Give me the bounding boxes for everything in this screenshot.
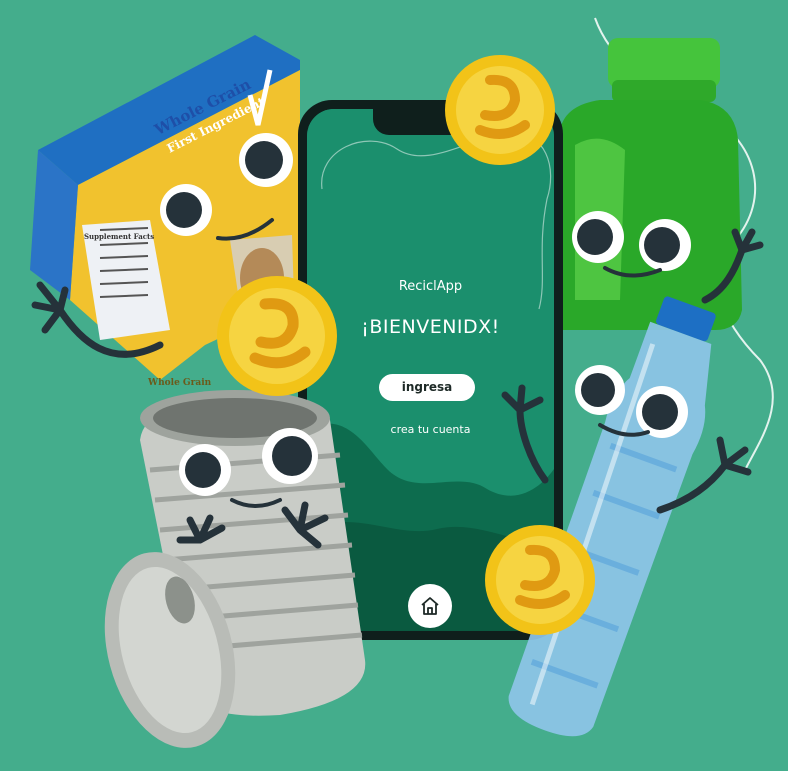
coin-bottom (485, 525, 595, 635)
foreground-illustration (104, 55, 752, 748)
coin-left (217, 276, 337, 396)
recicla-app-promo-illustration: Whole Grain First Ingredient Supplement … (0, 0, 788, 771)
tin-can (104, 390, 366, 748)
coin-top (445, 55, 555, 165)
bottle-arm-left (516, 406, 549, 484)
plastic-bottle (508, 296, 716, 737)
